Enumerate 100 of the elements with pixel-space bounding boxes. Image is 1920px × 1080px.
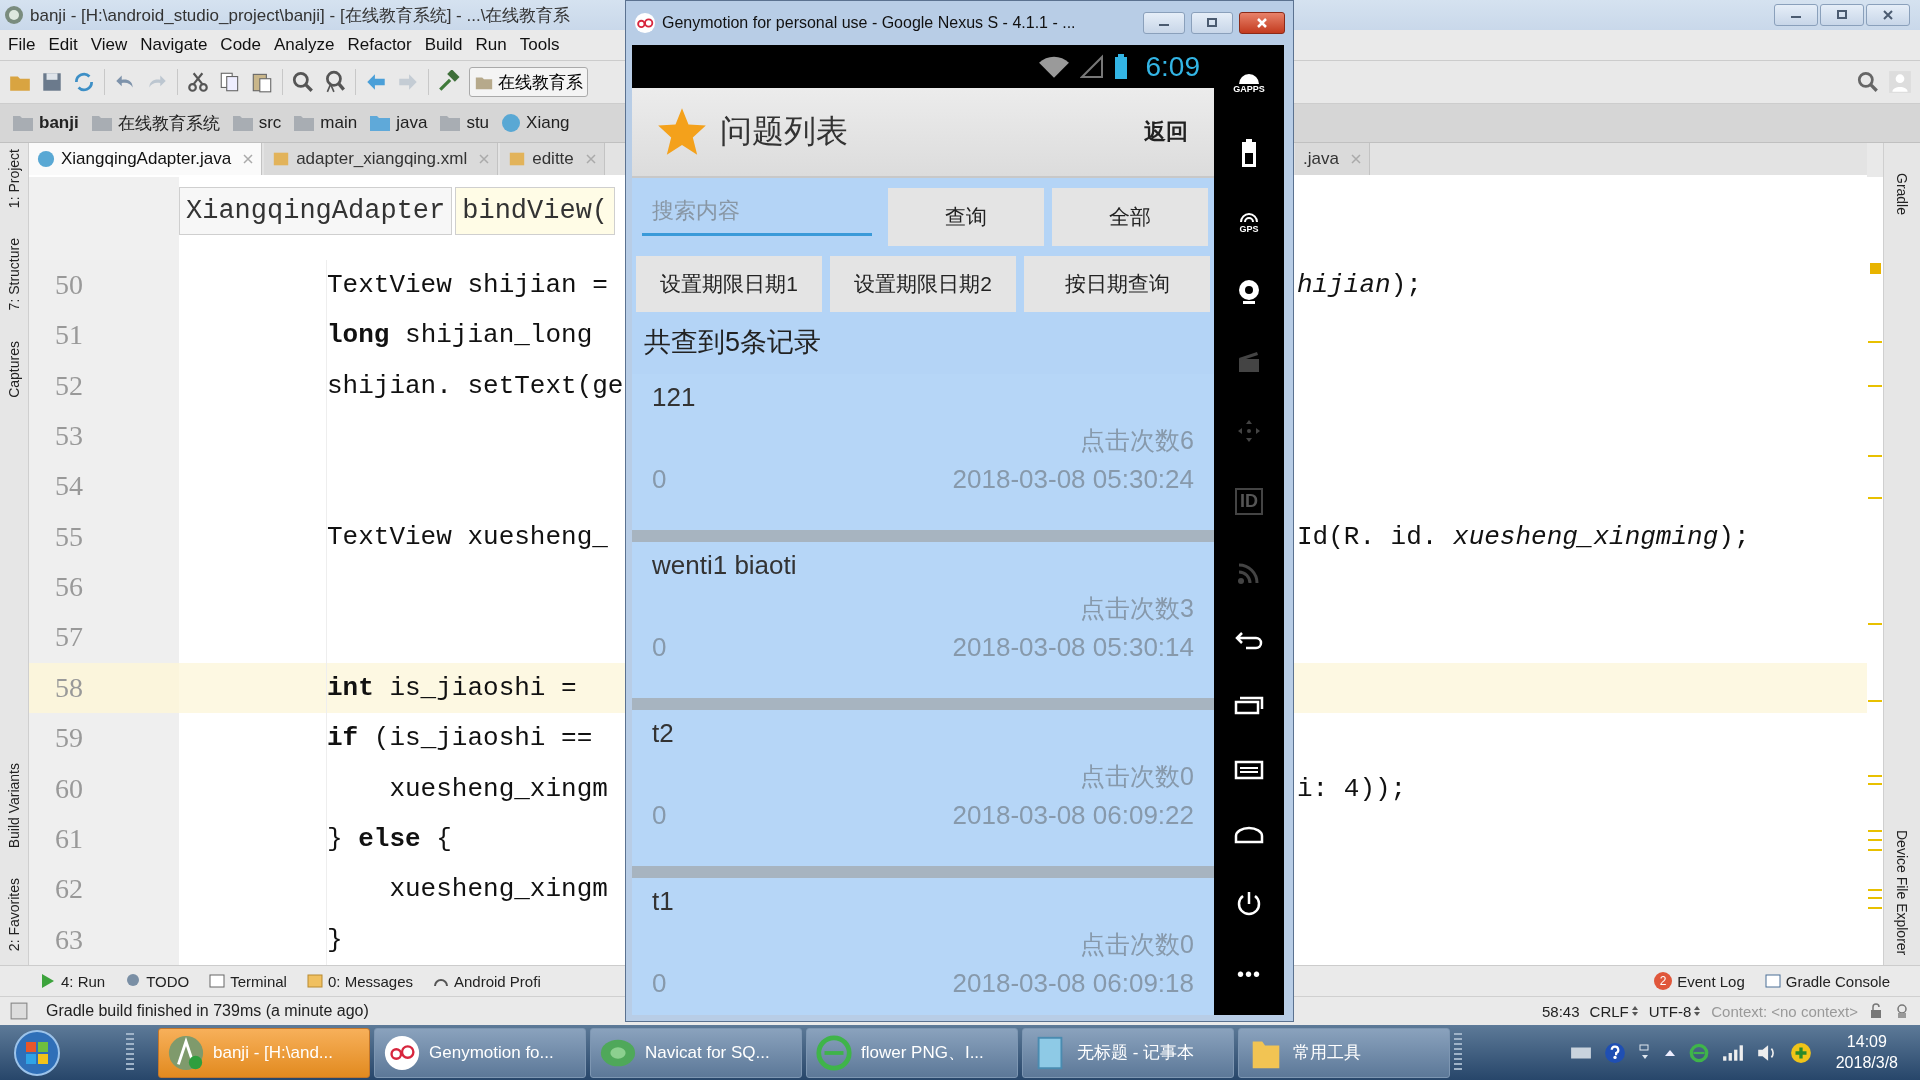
search-icon[interactable] [291, 70, 315, 94]
sync-icon[interactable] [72, 70, 96, 94]
genymotion-icon [634, 12, 656, 34]
breadcrumb-item[interactable]: stu [439, 113, 490, 133]
help-icon[interactable] [1603, 1041, 1626, 1064]
tool-window-tab[interactable]: 2: Favorites [6, 877, 22, 951]
taskbar-clock[interactable]: 14:09 2018/3/8 [1823, 1031, 1910, 1074]
file-tab[interactable]: editte [500, 143, 605, 175]
breadcrumb-item[interactable]: src [231, 113, 282, 133]
menu-item[interactable]: File [4, 33, 45, 57]
code-line: shijian. setText(ge [327, 370, 624, 401]
code-line: TextView xuesheng_ [327, 521, 608, 552]
tool-window-button[interactable]: Android Profi [433, 972, 541, 990]
window-title: banji - [H:\android_studio_project\banji] - [在线教育系统] - ...\在线教育系 [30, 4, 571, 27]
class-breadcrumb[interactable]: XiangqingAdapter [179, 186, 453, 235]
app-button[interactable]: 设置期限日期1 [636, 256, 822, 312]
tool-window-button[interactable]: 2 Event Log [1654, 972, 1745, 990]
minimize-button[interactable] [1143, 12, 1185, 34]
lock-icon[interactable] [1868, 1003, 1884, 1019]
tool-window-button[interactable]: Gradle Console [1764, 972, 1890, 990]
maximize-button[interactable] [1191, 12, 1233, 34]
minimize-button[interactable] [1774, 4, 1818, 26]
code-line: } else { [327, 824, 452, 854]
file-tab[interactable]: .java [1295, 143, 1370, 175]
search-field[interactable]: 搜索内容 [642, 188, 872, 236]
menu-item[interactable]: View [86, 33, 137, 57]
tool-window-button[interactable]: Terminal [209, 972, 287, 990]
class-icon [501, 113, 522, 133]
replace-icon[interactable] [323, 70, 347, 94]
home-icon[interactable] [1234, 825, 1264, 846]
folder-icon [90, 113, 113, 133]
menu-icon[interactable] [1234, 759, 1264, 780]
line-separator[interactable]: CRLF [1589, 1002, 1629, 1020]
more-button[interactable]: ••• [1237, 963, 1261, 987]
run-config-dropdown[interactable]: 在线教育系 [469, 67, 588, 97]
line-number: 58 [29, 662, 179, 714]
plus-icon[interactable] [1789, 1041, 1812, 1064]
search-icon[interactable] [1856, 70, 1880, 94]
battery-icon[interactable] [1241, 138, 1257, 167]
breadcrumb-item[interactable]: banji [12, 113, 79, 133]
code-line: TextView shijian = [327, 269, 608, 300]
spinner-icon [1630, 1005, 1639, 1017]
tool-window-button[interactable]: TODO [125, 972, 190, 990]
caret-position[interactable]: 58:43 [1542, 1002, 1580, 1020]
menu-item[interactable]: Navigate [136, 33, 217, 57]
method-breadcrumb[interactable]: bindView( [455, 186, 616, 235]
breadcrumb-item[interactable]: 在线教育系统 [90, 111, 220, 135]
line-number: 53 [29, 410, 179, 462]
save-icon[interactable] [40, 70, 64, 94]
tool-window-tab[interactable]: Gradle [1894, 173, 1910, 216]
maximize-button[interactable] [1820, 4, 1864, 26]
spinner-icon [1693, 1005, 1702, 1017]
file-tab[interactable]: XiangqingAdapter.java [29, 143, 263, 175]
gapps-button[interactable]: GAPPS [1233, 73, 1265, 94]
back-link[interactable]: 返回 [1144, 117, 1188, 147]
tool-window-tab[interactable]: 1: Project [6, 149, 22, 209]
breadcrumb-item[interactable]: java [369, 113, 428, 133]
breadcrumb-item[interactable]: Xiang [501, 113, 570, 133]
result-count: 共查到5条记录 [643, 326, 823, 359]
tool-window-tab[interactable]: 7: Structure [6, 238, 22, 311]
line-number: 56 [29, 561, 179, 613]
app-button[interactable]: 按日期查询 [1024, 256, 1210, 312]
breadcrumb-item[interactable]: main [293, 113, 358, 133]
line-number: 55 [29, 511, 179, 562]
code-line: xuesheng_xingm [388, 773, 608, 804]
menu-item[interactable]: Tools [515, 33, 569, 57]
file-encoding[interactable]: UTF-8 [1648, 1002, 1692, 1020]
close-button[interactable] [1239, 12, 1285, 34]
recent-apps-icon[interactable] [1234, 694, 1264, 715]
app-button[interactable]: 查询 [888, 188, 1044, 246]
hammer-icon[interactable] [437, 70, 461, 94]
status-message: Gradle build finished in 739ms (a minute ago) [46, 1002, 369, 1020]
gps-button[interactable]: GPS [1238, 211, 1260, 234]
gps-icon [1238, 211, 1260, 224]
webcam-icon[interactable] [1237, 279, 1261, 305]
tool-window-tab[interactable]: Build Variants [6, 762, 22, 848]
inspector-icon[interactable] [1894, 1003, 1910, 1019]
file-tab[interactable]: adapter_xiangqing.xml [264, 143, 499, 175]
menu-item[interactable]: Refactor [343, 33, 421, 57]
browser-icon[interactable] [1687, 1041, 1710, 1064]
network-signal-icon[interactable] [1721, 1043, 1744, 1062]
menu-item[interactable]: Code [216, 33, 270, 57]
back-icon[interactable] [1234, 629, 1264, 650]
cut-icon[interactable] [186, 70, 210, 94]
screen-title: 问题列表 [720, 112, 848, 151]
menu-item[interactable]: Analyze [270, 33, 344, 57]
tool-window-tab[interactable]: Captures [6, 340, 22, 398]
tool-window-button[interactable]: 0: Messages [306, 972, 413, 990]
menu-item[interactable]: Edit [44, 33, 87, 57]
menu-item[interactable]: Build [420, 33, 472, 57]
app-button[interactable]: 全部 [1052, 188, 1208, 246]
app-button[interactable]: 设置期限日期2 [830, 256, 1016, 312]
context-indicator: Context: <no context> [1711, 1002, 1858, 1020]
menu-item[interactable]: Run [471, 33, 516, 57]
battery-icon [1113, 53, 1128, 80]
panel-toggle-icon[interactable] [10, 1002, 28, 1020]
tool-window-tab[interactable]: Device File Explorer [1894, 829, 1910, 955]
tool-window-button[interactable]: 4: Run [40, 972, 106, 990]
start-button[interactable] [12, 1027, 62, 1078]
close-button[interactable] [1866, 4, 1910, 26]
